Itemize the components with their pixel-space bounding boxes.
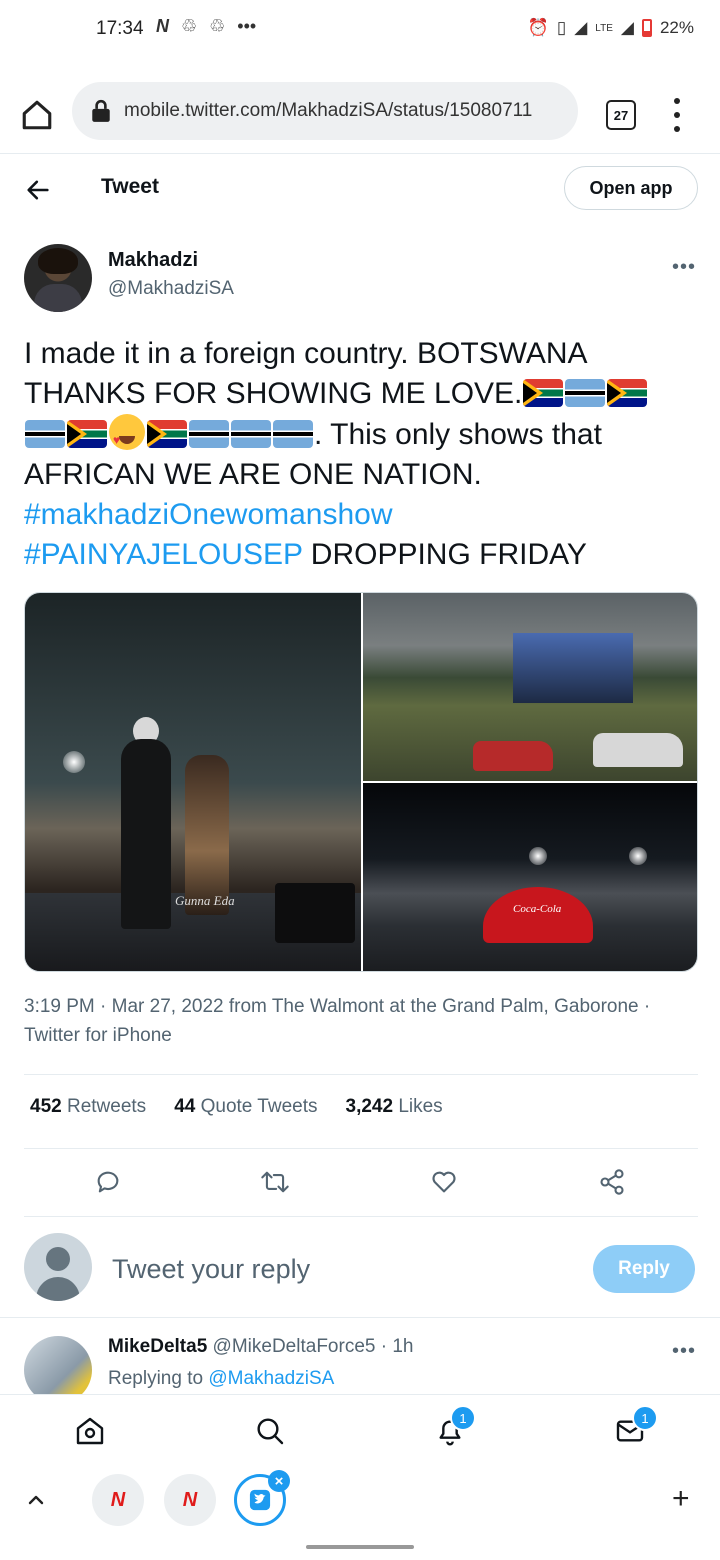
south-africa-flag-icon <box>523 379 564 407</box>
divider <box>24 1216 698 1217</box>
alarm-icon: ⏰ <box>527 18 549 37</box>
twitter-logo-icon <box>249 1489 271 1511</box>
twitter-bottom-nav: 1 1 <box>0 1394 720 1468</box>
status-bar: 17:34 N ♲ ♲ ••• ⏰ ▯ ◢ LTE ◢ 22% <box>0 0 720 60</box>
share-icon[interactable] <box>598 1168 626 1196</box>
hashtag-link[interactable]: #makhadziOnewomanshow <box>24 498 393 531</box>
notification-icons: N ♲ ♲ ••• <box>156 16 256 37</box>
divider <box>0 153 720 154</box>
browser-tab[interactable]: N <box>92 1474 144 1526</box>
divider <box>24 1074 698 1075</box>
retweets-stat[interactable]: 452 Retweets <box>30 1096 146 1118</box>
home-nav-icon[interactable] <box>74 1415 106 1447</box>
reply-icon[interactable] <box>94 1168 122 1196</box>
botswana-flag-icon <box>273 420 313 448</box>
south-africa-flag-icon <box>147 420 187 448</box>
south-africa-flag-icon <box>607 379 648 407</box>
notifications-badge: 1 <box>450 1405 476 1431</box>
search-nav-icon[interactable] <box>254 1415 286 1447</box>
open-app-button[interactable]: Open app <box>564 166 698 210</box>
home-icon[interactable] <box>20 98 54 132</box>
chevron-up-icon[interactable] <box>24 1488 48 1512</box>
reply-author-line: MikeDelta5 @MikeDeltaForce5 · 1h <box>108 1336 413 1358</box>
n-app-icon: N <box>156 16 169 36</box>
tweet-media-grid: Gunna Eda Coca-Cola <box>24 592 698 972</box>
battery-icon <box>641 19 652 37</box>
crowd-night-photo[interactable]: Coca-Cola <box>363 783 697 971</box>
author-handle[interactable]: @MakhadziSA <box>108 278 234 300</box>
divider <box>0 1317 720 1318</box>
recycle-icon-2: ♲ <box>209 16 226 36</box>
concert-stage-photo[interactable]: Gunna Eda <box>25 593 361 971</box>
botswana-flag-icon <box>25 420 65 448</box>
south-africa-flag-icon <box>67 420 107 448</box>
new-tab-button[interactable]: + <box>672 1482 690 1516</box>
tweet-stats: 452 Retweets 44 Quote Tweets 3,242 Likes <box>30 1096 443 1118</box>
address-bar[interactable]: mobile.twitter.com/MakhadziSA/status/150… <box>72 82 578 140</box>
divider <box>24 1148 698 1149</box>
quote-tweets-stat[interactable]: 44 Quote Tweets <box>174 1096 317 1118</box>
tweet-text: I made it in a foreign country. BOTSWANA… <box>24 334 696 575</box>
more-notifications-icon: ••• <box>237 16 257 36</box>
recycle-icon: ♲ <box>181 16 198 36</box>
page-title: Tweet <box>101 175 159 198</box>
tweet-line-3: DROPPING FRIDAY <box>302 538 587 571</box>
heart-eyes-emoji-icon <box>109 414 145 460</box>
hashtag-link[interactable]: #PAINYAJELOUSEP <box>24 538 302 571</box>
tweet-timestamp: 3:19 PM · Mar 27, 2022 from The Walmont … <box>24 996 651 1046</box>
gesture-bar <box>306 1545 414 1549</box>
status-time: 17:34 <box>96 18 144 39</box>
coca-cola-sign: Coca-Cola <box>513 903 562 915</box>
reply-author-name[interactable]: MikeDelta5 <box>108 1336 207 1357</box>
botswana-flag-icon <box>189 420 229 448</box>
browser-toolbar: mobile.twitter.com/MakhadziSA/status/150… <box>0 72 720 152</box>
more-options-icon[interactable]: ••• <box>672 256 696 279</box>
botswana-flag-icon <box>565 379 606 407</box>
reply-button[interactable]: Reply <box>593 1245 695 1293</box>
user-avatar <box>24 1233 92 1301</box>
status-right: ⏰ ▯ ◢ LTE ◢ 22% <box>528 18 694 38</box>
photo-watermark: Gunna Eda <box>175 893 235 908</box>
replying-to: Replying to @MakhadziSA <box>108 1368 335 1389</box>
botswana-flag-icon <box>231 420 271 448</box>
browser-menu-icon[interactable] <box>670 98 684 132</box>
reply-more-options-icon[interactable]: ••• <box>672 1340 696 1363</box>
tab-switcher-button[interactable]: 27 <box>606 100 636 130</box>
crowd-daytime-photo[interactable] <box>363 593 697 781</box>
reply-author-handle: @MikeDeltaForce5 · 1h <box>207 1336 414 1357</box>
reply-input[interactable]: Tweet your reply <box>112 1254 310 1285</box>
vibrate-icon: ▯ <box>556 18 567 37</box>
browser-tab[interactable]: N <box>164 1474 216 1526</box>
network-type: LTE <box>595 22 613 34</box>
retweet-icon[interactable] <box>260 1168 290 1196</box>
like-heart-icon[interactable] <box>430 1168 458 1196</box>
close-tab-icon[interactable]: × <box>268 1470 290 1492</box>
signal-icon-2: ◢ <box>620 18 634 37</box>
author-name[interactable]: Makhadzi <box>108 249 198 272</box>
replying-to-handle[interactable]: @MakhadziSA <box>208 1368 334 1389</box>
tweet-line-1: I made it in a foreign country. BOTSWANA… <box>24 337 586 410</box>
tweet-actions <box>94 1168 634 1198</box>
back-arrow-icon[interactable] <box>24 176 52 204</box>
battery-level: 22% <box>659 18 694 37</box>
url-text: mobile.twitter.com/MakhadziSA/status/150… <box>124 100 533 121</box>
author-avatar[interactable] <box>24 244 92 312</box>
lock-icon <box>92 99 110 122</box>
signal-icon: ◢ <box>574 18 588 37</box>
messages-badge: 1 <box>632 1405 658 1431</box>
likes-stat[interactable]: 3,242 Likes <box>346 1096 443 1118</box>
